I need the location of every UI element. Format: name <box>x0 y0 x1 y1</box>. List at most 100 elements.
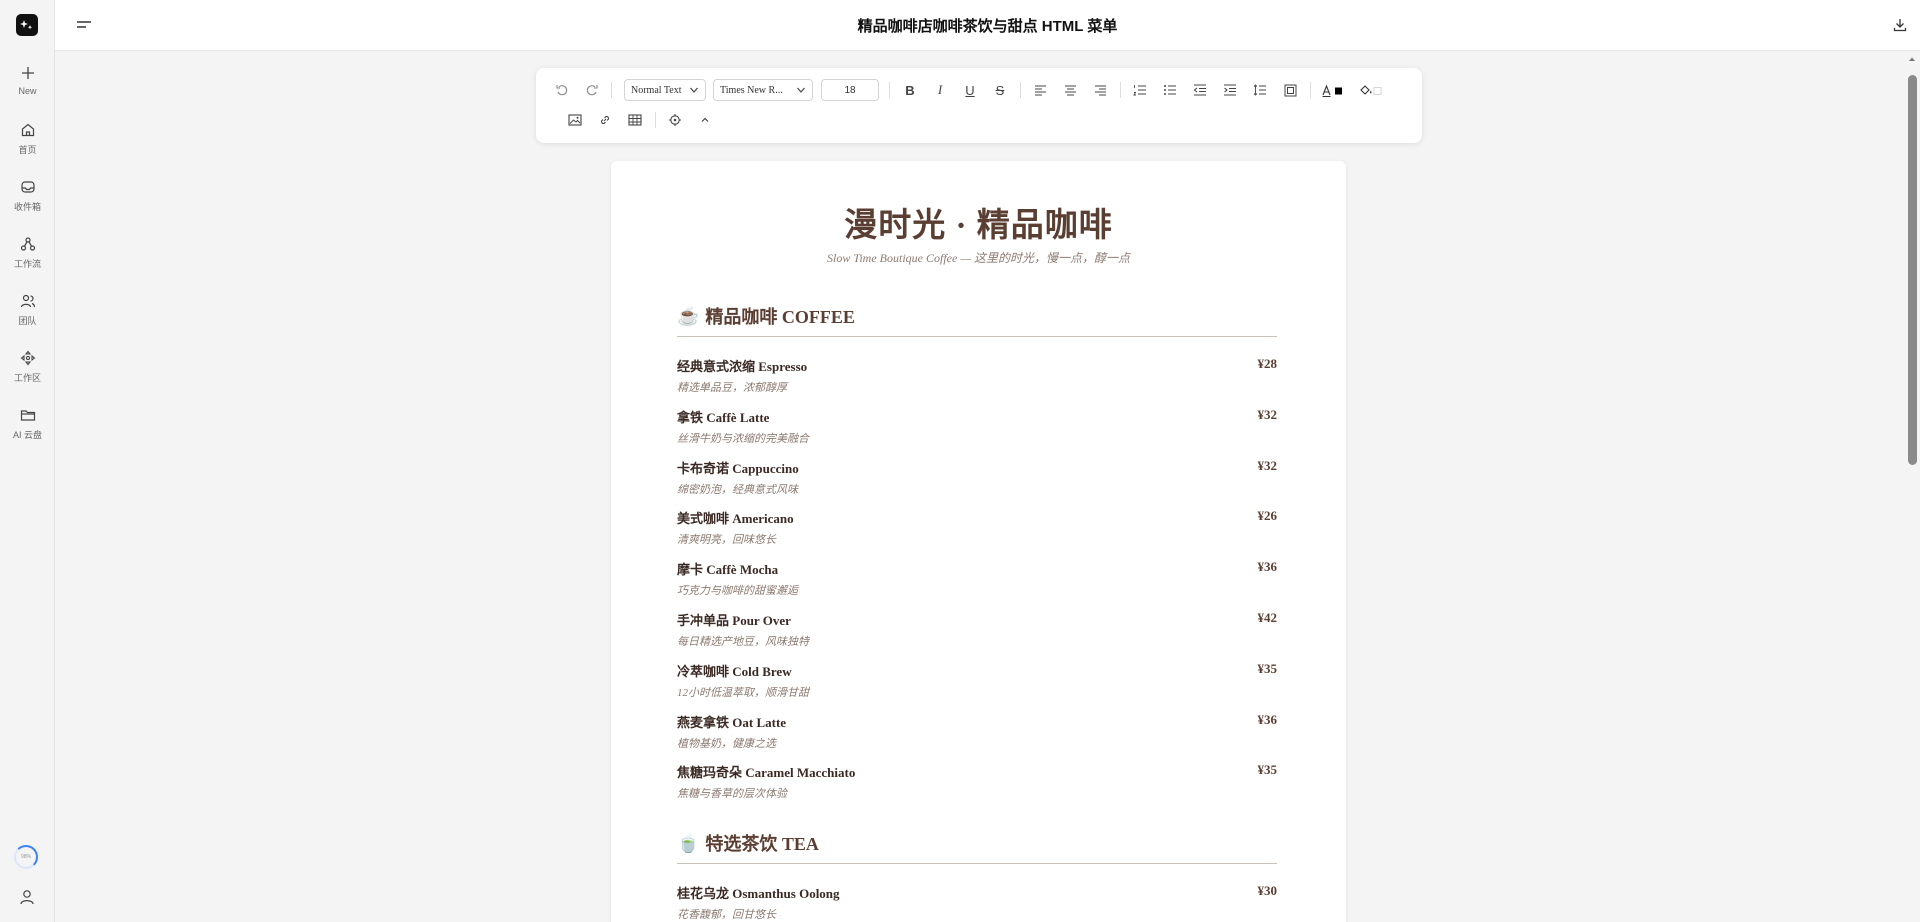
strikethrough-button[interactable]: S <box>990 80 1010 100</box>
align-center-icon <box>1064 85 1076 96</box>
sidebar-item-team[interactable]: 团队 <box>0 291 55 327</box>
sidebar-item-workflow[interactable]: 工作流 <box>0 234 55 270</box>
user-icon[interactable] <box>18 888 36 906</box>
app-logo[interactable] <box>16 14 38 36</box>
toolbar-divider <box>611 82 612 98</box>
tea-icon: 🍵 <box>677 832 700 853</box>
bullet-list-icon <box>1164 85 1176 95</box>
line-height-button[interactable] <box>1250 80 1270 100</box>
scroll-up-arrow-icon[interactable] <box>1908 56 1916 62</box>
menu-item-price: ¥32 <box>1257 407 1278 422</box>
line-height-icon <box>1253 84 1266 96</box>
insert-table-button[interactable] <box>625 110 645 130</box>
font-family-select[interactable]: Times New R... <box>713 79 813 101</box>
menu-item-desc: 每日精选产地豆，风味独特 <box>677 636 809 648</box>
menu-item-desc: 焦糖与香草的层次体验 <box>677 788 787 800</box>
section-heading-coffee: ☕ 精品咖啡 COFFEE <box>677 303 1277 337</box>
indent-button[interactable] <box>1220 80 1240 100</box>
block-icon <box>1284 84 1296 96</box>
menu-item-name: 卡布奇诺 Cappuccino <box>677 461 799 476</box>
document-title: 精品咖啡店咖啡茶饮与甜点 HTML 菜单 <box>857 18 1118 35</box>
sidebar-item-new[interactable]: New <box>0 63 55 96</box>
italic-button[interactable]: I <box>930 80 950 100</box>
left-sidebar: New 首页 收件箱 工作流 团队 工作区 AI 云盘 98% <box>0 0 55 922</box>
menu-item-name: 经典意式浓缩 Espresso <box>677 359 808 374</box>
undo-icon <box>556 85 568 96</box>
menu-item: 手冲单品 Pour Over ¥42 每日精选产地豆，风味独特 <box>677 610 1277 649</box>
menu-item-name: 焦糖玛奇朵 Caramel Macchiato <box>677 765 856 780</box>
bold-button[interactable]: B <box>900 80 920 100</box>
underline-icon: U <box>965 82 975 98</box>
highlight-color-button[interactable] <box>1358 80 1386 100</box>
sidebar-item-label: 团队 <box>18 316 37 326</box>
sidebar-item-label: AI 云盘 <box>12 430 42 440</box>
strikethrough-icon: S <box>995 82 1005 98</box>
menu-item-name: 燕麦拿铁 Oat Latte <box>677 715 787 730</box>
sidebar-item-ai-drive[interactable]: AI 云盘 <box>0 405 55 441</box>
menu-title: 漫时光 · 精品咖啡 <box>844 208 1113 244</box>
target-button[interactable] <box>665 110 685 130</box>
table-icon <box>628 114 642 126</box>
team-icon <box>20 294 35 308</box>
menu-item-price: ¥36 <box>1257 559 1278 574</box>
top-header: 精品咖啡店咖啡茶饮与甜点 HTML 菜单 <box>55 0 1920 51</box>
undo-button[interactable] <box>552 80 572 100</box>
paragraph-style-select[interactable]: Normal Text <box>624 79 706 101</box>
sidebar-item-label: 工作流 <box>13 259 41 269</box>
menu-item-desc: 花香馥郁，回甘悠长 <box>677 909 776 921</box>
chevron-up-icon <box>701 117 709 122</box>
sidebar-item-home[interactable]: 首页 <box>0 120 55 156</box>
align-left-button[interactable] <box>1030 80 1050 100</box>
block-format-button[interactable] <box>1280 80 1300 100</box>
underline-button[interactable]: U <box>960 80 980 100</box>
collapse-toolbar-button[interactable] <box>695 110 715 130</box>
redo-button[interactable] <box>582 80 602 100</box>
align-center-button[interactable] <box>1060 80 1080 100</box>
toolbar-divider <box>889 82 890 98</box>
document-page[interactable]: 漫时光 · 精品咖啡 Slow Time Boutique Coffee — 这… <box>611 161 1346 922</box>
menu-item: 摩卡 Caffè Mocha ¥36 巧克力与咖啡的甜蜜邂逅 <box>677 559 1277 598</box>
section-heading-tea: 🍵 特选茶饮 TEA <box>677 830 1277 864</box>
formatting-toolbar: Normal Text Times New R... 18 B I U S <box>536 68 1422 143</box>
editor-canvas: Normal Text Times New R... 18 B I U S 漫时… <box>55 51 1905 922</box>
insert-image-button[interactable] <box>565 110 585 130</box>
menu-item-name: 手冲单品 Pour Over <box>677 613 791 628</box>
text-color-button[interactable] <box>1320 80 1348 100</box>
menu-item: 燕麦拿铁 Oat Latte ¥36 植物基奶，健康之选 <box>677 712 1277 751</box>
image-icon <box>568 114 582 126</box>
align-right-button[interactable] <box>1090 80 1110 100</box>
align-left-icon <box>1034 85 1046 96</box>
ordered-list-icon <box>1133 85 1146 96</box>
menu-item: 桂花乌龙 Osmanthus Oolong ¥30 花香馥郁，回甘悠长 <box>677 883 1277 922</box>
menu-item-price: ¥35 <box>1257 762 1278 777</box>
sidebar-item-workspace[interactable]: 工作区 <box>0 348 55 384</box>
bold-icon: B <box>905 82 915 98</box>
menu-subtitle: Slow Time Boutique Coffee — 这里的时光，慢一点，醇一… <box>827 251 1130 265</box>
plus-icon <box>21 67 34 79</box>
bullet-list-button[interactable] <box>1160 80 1180 100</box>
menu-item: 美式咖啡 Americano ¥26 清爽明亮，回味悠长 <box>677 508 1277 547</box>
coffee-icon: ☕ <box>677 305 700 326</box>
scrollbar-thumb[interactable] <box>1908 75 1917 465</box>
menu-item-price: ¥28 <box>1257 356 1278 371</box>
usage-progress[interactable]: 98% <box>14 845 38 869</box>
insert-link-button[interactable] <box>595 110 615 130</box>
italic-icon: I <box>937 82 943 97</box>
outdent-icon <box>1193 84 1206 96</box>
menu-item-desc: 丝滑牛奶与浓缩的完美融合 <box>677 433 809 445</box>
font-size-input[interactable]: 18 <box>821 79 879 101</box>
folder-icon <box>20 410 35 421</box>
menu-item-desc: 绵密奶泡，经典意式风味 <box>677 484 798 496</box>
font-family-value: Times New R... <box>720 84 783 96</box>
ordered-list-button[interactable] <box>1130 80 1150 100</box>
menu-item-price: ¥36 <box>1257 712 1278 727</box>
sidebar-item-inbox[interactable]: 收件箱 <box>0 177 55 213</box>
menu-item-price: ¥35 <box>1257 661 1278 676</box>
outdent-button[interactable] <box>1190 80 1210 100</box>
menu-item-desc: 精选单品豆，浓郁醇厚 <box>677 382 787 394</box>
menu-item-price: ¥26 <box>1257 508 1278 523</box>
menu-item: 拿铁 Caffè Latte ¥32 丝滑牛奶与浓缩的完美融合 <box>677 407 1277 446</box>
download-icon[interactable] <box>1892 17 1908 33</box>
usage-progress-label: 98% <box>20 854 31 860</box>
sidebar-item-label: 首页 <box>18 145 37 155</box>
